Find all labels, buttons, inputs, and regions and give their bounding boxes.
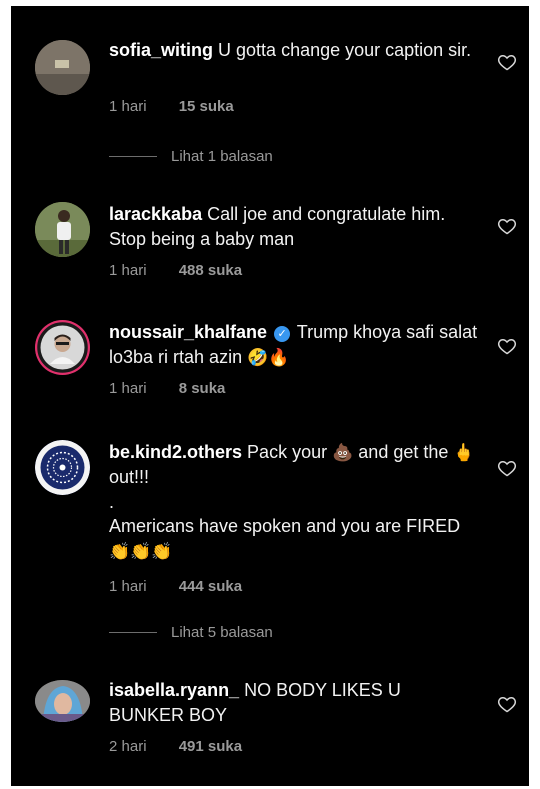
comment-meta: 1 hari 8 suka (109, 380, 225, 397)
replies-divider (109, 632, 157, 633)
view-replies-label: Lihat 1 balasan (171, 148, 273, 165)
heart-icon[interactable] (497, 216, 517, 236)
comment-body: be.kind2.others Pack your 💩 and get the … (109, 440, 479, 564)
view-replies-link[interactable]: Lihat 5 balasan (109, 624, 273, 641)
comment-text: Americans have spoken and you are FIRED (109, 516, 461, 536)
heart-icon[interactable] (497, 458, 517, 478)
view-replies-label: Lihat 5 balasan (171, 624, 273, 641)
timestamp: 1 hari (109, 98, 147, 115)
avatar[interactable] (35, 40, 90, 95)
timestamp: 2 hari (109, 738, 147, 755)
emoji: 👏👏👏 (109, 542, 173, 561)
like-count[interactable]: 444 suka (179, 578, 242, 595)
heart-icon[interactable] (497, 336, 517, 356)
comment-meta: 1 hari 444 suka (109, 578, 242, 595)
username[interactable]: be.kind2.others (109, 442, 242, 462)
comment-body: noussair_khalfane ✓ Trump khoya safi sal… (109, 320, 479, 370)
comment-meta: 2 hari 491 suka (109, 738, 242, 755)
avatar[interactable] (35, 440, 90, 495)
like-count[interactable]: 491 suka (179, 738, 242, 755)
like-count[interactable]: 15 suka (179, 98, 234, 115)
view-replies-link[interactable]: Lihat 1 balasan (109, 148, 273, 165)
avatar[interactable] (35, 320, 90, 375)
avatar[interactable] (35, 680, 90, 722)
comment-text-part2: and get the (358, 442, 449, 462)
like-count[interactable]: 488 suka (179, 262, 242, 279)
comment-body: isabella.ryann_ NO BODY LIKES U BUNKER B… (109, 678, 479, 728)
avatar[interactable] (35, 202, 90, 257)
comment-text: U gotta change your caption sir. (218, 40, 472, 60)
comment-body: larackkaba Call joe and congratulate him… (109, 202, 479, 252)
comment-text-line2: . (109, 492, 115, 512)
username[interactable]: isabella.ryann_ (109, 680, 239, 700)
emoji: 🤣🔥 (247, 348, 290, 367)
username[interactable]: noussair_khalfane (109, 322, 267, 342)
username[interactable]: sofia_witing (109, 40, 213, 60)
replies-divider (109, 156, 157, 157)
comment-text-part3: out!!! (109, 467, 150, 487)
timestamp: 1 hari (109, 578, 147, 595)
comment-meta: 1 hari 15 suka (109, 98, 234, 115)
timestamp: 1 hari (109, 380, 147, 397)
comment-body: sofia_witing U gotta change your caption… (109, 38, 479, 63)
comment-meta: 1 hari 488 suka (109, 262, 242, 279)
username[interactable]: larackkaba (109, 204, 202, 224)
heart-icon[interactable] (497, 52, 517, 72)
emoji: 🖕 (453, 443, 475, 462)
comments-screen: sofia_witing U gotta change your caption… (11, 6, 529, 786)
heart-icon[interactable] (497, 694, 517, 714)
emoji: 💩 (332, 443, 354, 462)
like-count[interactable]: 8 suka (179, 380, 226, 397)
comment-text-line3: Americans have spoken and you are FIRED … (109, 514, 479, 564)
timestamp: 1 hari (109, 262, 147, 279)
verified-badge-icon: ✓ (274, 326, 291, 342)
comment-text-part1: Pack your (247, 442, 328, 462)
